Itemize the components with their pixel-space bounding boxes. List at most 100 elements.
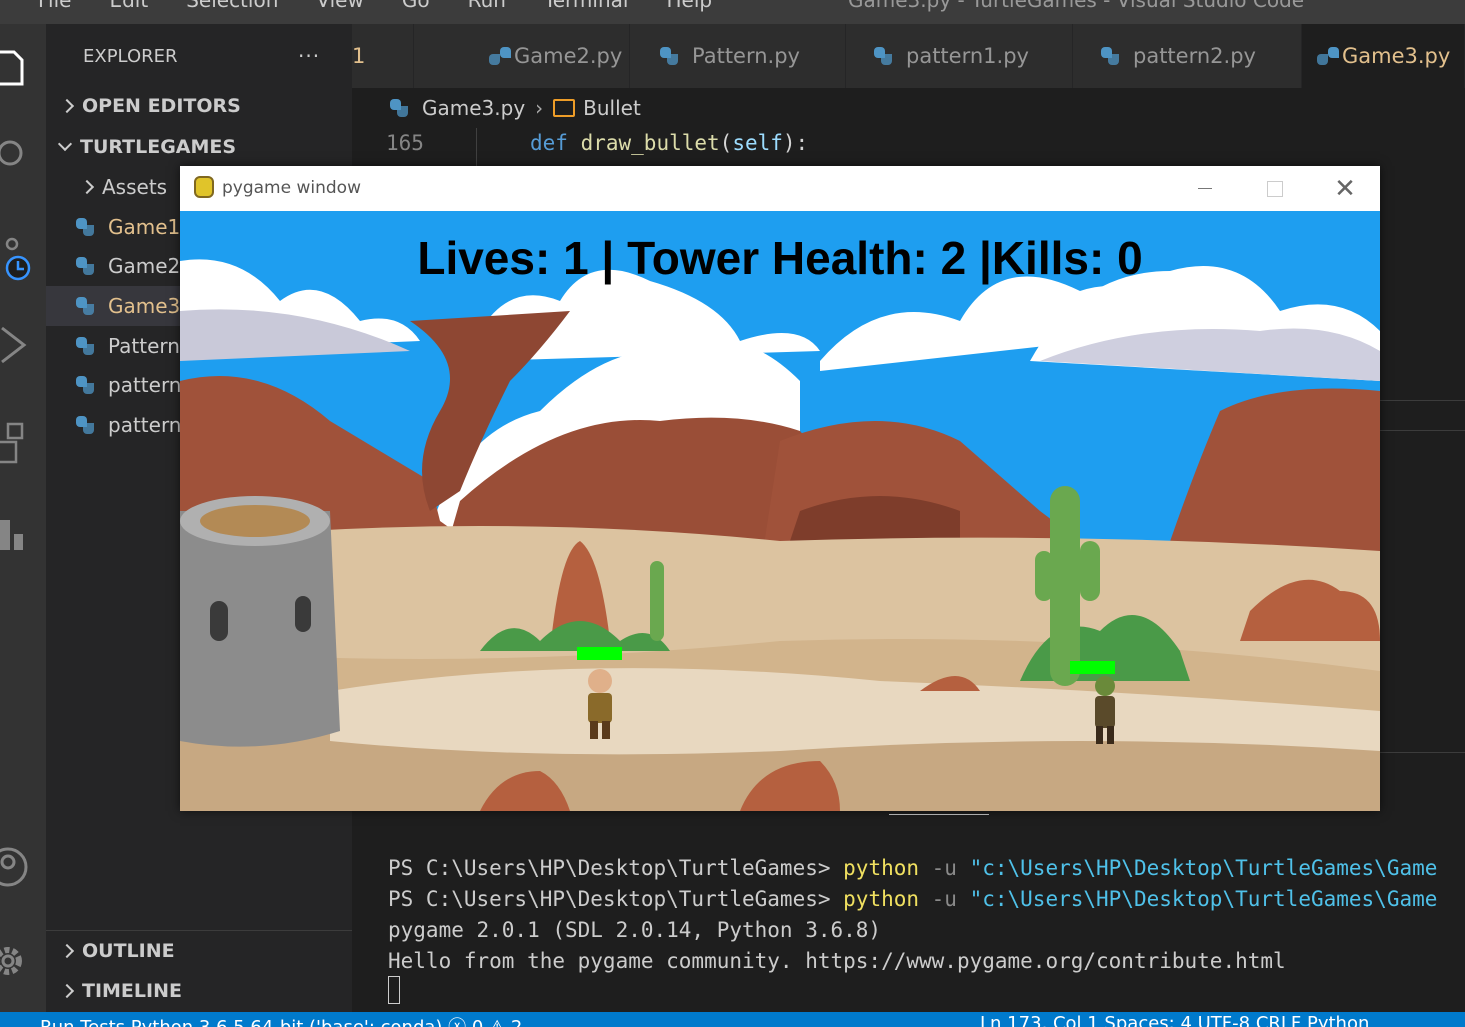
menu-run[interactable]: Run [468,0,506,12]
breadcrumb: Game3.py › Bullet [352,88,1465,128]
open-editors-label: OPEN EDITORS [82,95,241,117]
breadcrumb-symbol[interactable]: Bullet [583,96,641,120]
tab-label: Pattern.py [692,44,800,68]
files-icon[interactable] [0,42,46,92]
account-icon[interactable] [0,842,46,892]
title-bar: File Edit Selection View Go Run Terminal… [0,0,1465,24]
game-hud: Lives: 1 | Tower Health: 2 |Kills: 0 [417,232,1143,284]
terminal-path: "c:\Users\HP\Desktop\TurtleGames\Game [969,856,1438,880]
activity-bar [0,24,46,1012]
more-actions-button[interactable]: ··· [298,44,320,68]
python-file-icon [76,257,94,275]
terminal-path: "c:\Users\HP\Desktop\TurtleGames\Game [969,887,1438,911]
panel-border [1380,430,1465,431]
extensions-icon[interactable] [0,416,46,466]
tab-overflow[interactable]: 1 [352,24,414,88]
run-debug-icon[interactable] [0,320,46,370]
menu-view[interactable]: View [316,0,363,12]
status-left[interactable]: Run Tests Python 3.6.5 64-bit ('base': c… [40,1013,522,1027]
outline-section[interactable]: OUTLINE [46,931,352,971]
chevron-right-icon [59,983,75,999]
game-canvas[interactable]: Lives: 1 | Tower Health: 2 |Kills: 0 [180,211,1380,811]
code-editor[interactable]: 165 def draw_bullet(self): [352,128,1465,168]
terminal-cursor [388,976,400,1004]
terminal-prompt: PS C:\Users\HP\Desktop\TurtleGames> [388,856,844,880]
minimize-button[interactable] [1170,166,1240,211]
tab-label: 1 [352,44,366,68]
timeline-label: TIMELINE [82,980,182,1002]
python-file-icon [390,99,408,117]
terminal-line: PS C:\Users\HP\Desktop\TurtleGames> pyth… [388,856,1437,880]
menu-selection[interactable]: Selection [186,0,278,12]
outline-label: OUTLINE [82,940,175,962]
pygame-titlebar[interactable]: pygame window ✕ [180,166,1380,211]
panel-border [1380,400,1465,401]
turtlegames-folder-section[interactable]: TURTLEGAMES [46,127,352,167]
chevron-down-icon [57,136,73,152]
menu-terminal[interactable]: Terminal [544,0,629,12]
editor-tabs: 1 Game2.py Pattern.py pattern1.py patter… [352,24,1465,88]
pygame-window: pygame window ✕ Lives: 1 | Tower Health:… [180,166,1380,811]
menu-file[interactable]: File [38,0,71,12]
class-symbol-icon [553,99,576,117]
tab-pattern1[interactable]: pattern1.py [846,24,1073,88]
python-file-icon [76,376,94,394]
tab-pattern2[interactable]: pattern2.py [1073,24,1302,88]
tab-pattern[interactable]: Pattern.py [630,24,846,88]
player-health-bar [577,647,622,660]
explorer-title: EXPLORER [83,45,178,67]
terminal-flag: -u [919,887,970,911]
tree-item-label: Assets [102,175,168,199]
python-file-icon [660,47,678,65]
python-file-icon [1101,47,1119,65]
status-right[interactable]: Ln 173, Col 1 Spaces: 4 UTF-8 CRLF Pytho… [980,1013,1369,1027]
chevron-right-icon: › [535,96,544,120]
menu-edit[interactable]: Edit [109,0,148,12]
code-line: def draw_bullet(self): [530,131,808,155]
desert-scene [180,211,1380,811]
python-file-icon [76,218,94,236]
tab-label: Game2.py [514,44,623,68]
settings-gear-icon[interactable] [0,936,46,986]
terminal-command: python [843,856,920,880]
python-file-icon [76,416,94,434]
pygame-logo-icon [194,176,214,198]
tab-game2[interactable]: Game2.py [414,24,630,88]
folder-label: TURTLEGAMES [80,136,237,158]
panel-border [1380,752,1465,753]
menu-go[interactable]: Go [402,0,430,12]
chevron-right-icon [79,179,95,195]
keyword: def [530,131,568,155]
breadcrumb-file[interactable]: Game3.py [422,96,525,120]
function-name: draw_bullet [580,131,720,155]
open-editors-section[interactable]: OPEN EDITORS [46,86,352,126]
tab-label: pattern1.py [906,44,1029,68]
terminal-command: python [843,887,920,911]
pygame-window-title: pygame window [222,178,361,198]
menu-bar: File Edit Selection View Go Run Terminal… [38,0,712,12]
search-icon[interactable] [0,128,46,178]
terminal-line: PS C:\Users\HP\Desktop\TurtleGames> pyth… [388,887,1437,911]
tab-label: pattern2.py [1133,44,1256,68]
tower [180,496,340,747]
status-bar: Run Tests Python 3.6.5 64-bit ('base': c… [0,1012,1465,1027]
menu-help[interactable]: Help [666,0,712,12]
tab-game3-active[interactable]: Game3.py [1302,24,1465,88]
python-file-icon [76,297,94,315]
tab-label: Game3.py [1342,44,1451,68]
source-control-icon[interactable] [0,234,46,284]
close-button[interactable]: ✕ [1310,166,1380,211]
terminal-flag: -u [919,856,970,880]
window-title: Game3.py - TurtleGames - Visual Studio C… [848,0,1305,12]
line-number: 165 [386,131,424,155]
punctuation: ): [782,131,809,155]
explorer-header: EXPLORER ··· [46,36,352,76]
timeline-section[interactable]: TIMELINE [46,971,352,1011]
indent-guide [476,128,477,168]
chart-icon[interactable] [0,508,46,558]
python-file-icon [76,337,94,355]
terminal-prompt: PS C:\Users\HP\Desktop\TurtleGames> [388,887,844,911]
punctuation: ( [719,131,733,155]
terminal-panel[interactable]: PS C:\Users\HP\Desktop\TurtleGames> pyth… [352,810,1465,1012]
maximize-button[interactable] [1240,166,1310,211]
